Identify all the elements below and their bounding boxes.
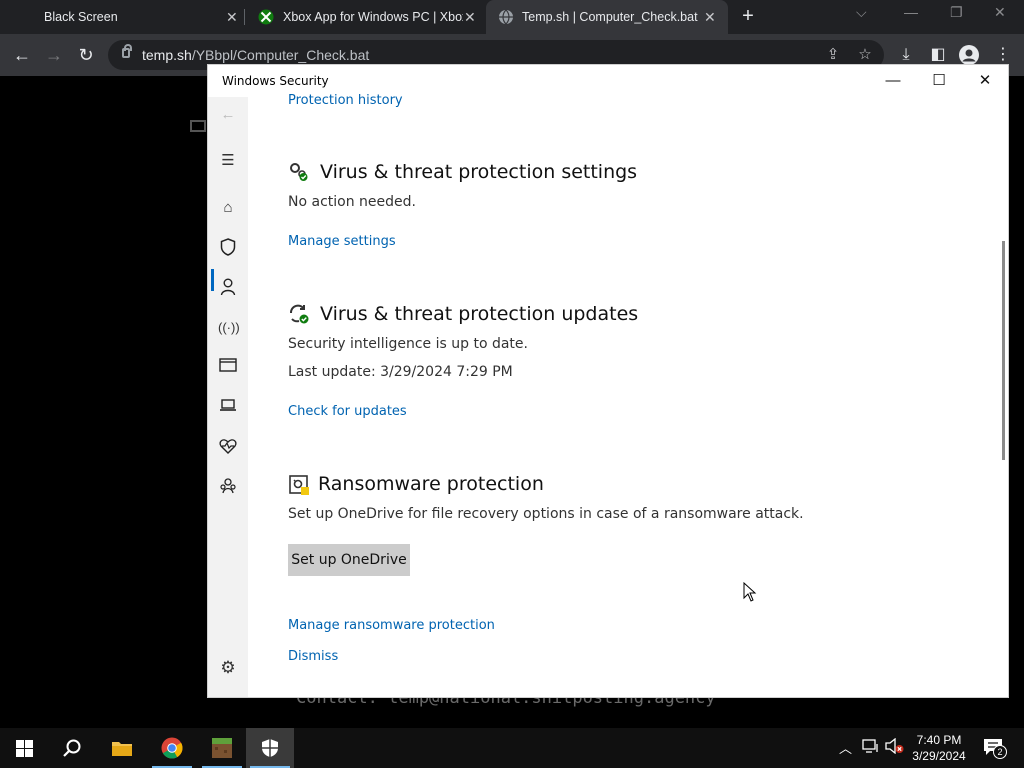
manage-ransomware-link[interactable]: Manage ransomware protection bbox=[288, 618, 495, 633]
section-heading-settings: Virus & threat protection settings bbox=[320, 161, 638, 183]
tab-search-chevron-icon[interactable]: ⌵ bbox=[856, 4, 867, 21]
bookmark-star-icon[interactable]: ☆ bbox=[856, 46, 874, 64]
close-tab-icon[interactable]: ✕ bbox=[704, 9, 716, 26]
ransomware-icon bbox=[289, 475, 309, 495]
minimize-icon[interactable]: — bbox=[904, 4, 918, 20]
back-arrow-icon[interactable]: ← bbox=[218, 105, 238, 125]
security-shield-icon bbox=[262, 739, 278, 757]
side-panel-icon[interactable]: ◧ bbox=[927, 44, 949, 66]
check-for-updates-link[interactable]: Check for updates bbox=[288, 404, 407, 419]
background-page-icon bbox=[190, 120, 206, 132]
volume-muted-icon[interactable] bbox=[885, 737, 905, 757]
folder-icon bbox=[112, 742, 132, 756]
main-content: Protection history Virus & threat protec… bbox=[288, 65, 988, 697]
minecraft-button[interactable] bbox=[198, 728, 246, 768]
hamburger-menu-icon[interactable]: ☰ bbox=[218, 151, 238, 171]
account-person-icon[interactable] bbox=[218, 278, 238, 298]
set-up-onedrive-button[interactable]: Set up OneDrive bbox=[288, 544, 410, 576]
start-button[interactable] bbox=[0, 728, 48, 768]
device-health-heart-icon[interactable] bbox=[218, 438, 238, 458]
device-security-laptop-icon[interactable] bbox=[218, 398, 238, 418]
family-options-icon[interactable] bbox=[218, 478, 238, 498]
home-icon[interactable]: ⌂ bbox=[218, 198, 238, 218]
tab-black-screen[interactable]: Black Screen ✕ bbox=[0, 0, 244, 34]
menu-kebab-icon[interactable]: ⋮ bbox=[992, 44, 1014, 66]
new-tab-button[interactable]: + bbox=[738, 6, 758, 26]
windows-logo-icon bbox=[16, 740, 33, 757]
globe-icon bbox=[499, 9, 513, 25]
dismiss-link[interactable]: Dismiss bbox=[288, 649, 338, 664]
browser-tab-strip: Black Screen ✕ Xbox App for Windows PC |… bbox=[0, 0, 1024, 34]
app-browser-control-icon[interactable] bbox=[218, 358, 238, 378]
system-clock[interactable]: 7:40 PM 3/29/2024 bbox=[908, 732, 970, 764]
reload-button[interactable]: ↻ bbox=[75, 44, 97, 66]
url-text: temp.sh/YBbpl/Computer_Check.bat bbox=[142, 47, 370, 63]
back-button[interactable]: ← bbox=[11, 44, 33, 66]
download-icon[interactable]: ⤓ bbox=[895, 44, 917, 66]
action-center-button[interactable]: 2 bbox=[982, 736, 1007, 763]
close-tab-icon[interactable]: ✕ bbox=[464, 9, 476, 26]
windows-security-button[interactable] bbox=[246, 728, 294, 768]
search-icon bbox=[63, 739, 81, 757]
network-antenna-icon[interactable]: ((·)) bbox=[218, 318, 240, 338]
section-heading-updates: Virus & threat protection updates bbox=[320, 303, 639, 325]
xbox-icon bbox=[258, 9, 274, 25]
file-explorer-button[interactable] bbox=[98, 728, 146, 768]
mouse-cursor-icon bbox=[743, 582, 757, 602]
minecraft-grass-block-icon bbox=[212, 738, 232, 758]
protection-history-link[interactable]: Protection history bbox=[288, 93, 403, 108]
section-heading-ransomware: Ransomware protection bbox=[318, 473, 544, 495]
windows-security-window: Windows Security — ☐ ✕ ← ☰ ⌂ ((·)) ⚙ Pro… bbox=[208, 65, 1008, 697]
intelligence-status-text: Security intelligence is up to date. bbox=[288, 336, 528, 352]
search-button[interactable] bbox=[48, 728, 96, 768]
clock-date: 3/29/2024 bbox=[912, 749, 966, 763]
window-scrollbar[interactable] bbox=[1002, 241, 1005, 460]
shield-icon[interactable] bbox=[218, 238, 238, 258]
profile-avatar-icon[interactable] bbox=[958, 44, 980, 66]
clock-time: 7:40 PM bbox=[916, 733, 962, 747]
network-icon[interactable] bbox=[862, 738, 880, 757]
navigation-rail: ← ☰ ⌂ ((·)) ⚙ bbox=[208, 97, 248, 697]
chrome-button[interactable] bbox=[148, 728, 196, 768]
tab-xbox[interactable]: Xbox App for Windows PC | Xbox ✕ bbox=[246, 0, 484, 34]
last-update-text: Last update: 3/29/2024 7:29 PM bbox=[288, 364, 513, 380]
close-icon[interactable]: ✕ bbox=[994, 4, 1006, 21]
chrome-icon bbox=[161, 737, 183, 759]
show-hidden-icons-chevron[interactable]: ︿ bbox=[839, 738, 852, 757]
manage-settings-link[interactable]: Manage settings bbox=[288, 234, 396, 249]
tab-temp-sh[interactable]: Temp.sh | Computer_Check.bat ✕ bbox=[486, 0, 728, 34]
close-tab-icon[interactable]: ✕ bbox=[226, 9, 238, 26]
notification-count-badge: 2 bbox=[993, 745, 1007, 759]
settings-gear-icon[interactable]: ⚙ bbox=[218, 658, 238, 678]
ransomware-description: Set up OneDrive for file recovery option… bbox=[288, 506, 804, 522]
restore-icon[interactable]: ❐ bbox=[950, 4, 963, 21]
lock-icon bbox=[122, 44, 132, 58]
taskbar: ︿ 7:40 PM 3/29/2024 2 bbox=[0, 728, 1024, 768]
refresh-check-icon bbox=[290, 304, 309, 324]
share-icon[interactable]: ⇪ bbox=[824, 46, 842, 64]
settings-status-text: No action needed. bbox=[288, 194, 416, 210]
active-indicator bbox=[211, 269, 214, 291]
tab-divider bbox=[244, 9, 245, 25]
gear-check-icon bbox=[290, 163, 308, 181]
forward-button[interactable]: → bbox=[43, 44, 65, 66]
